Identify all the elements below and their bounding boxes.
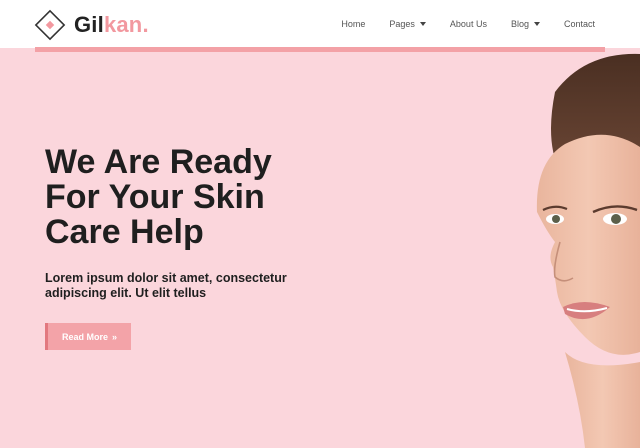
- read-more-button[interactable]: Read More »: [45, 323, 131, 350]
- logo-main-text: Gil: [74, 12, 104, 37]
- caret-down-icon: [419, 22, 426, 26]
- logo-accent-text: kan.: [103, 12, 149, 37]
- nav-item-home[interactable]: Home: [341, 19, 365, 29]
- hero-title-line: Care Help: [45, 213, 204, 251]
- caret-down-icon: [533, 22, 540, 26]
- hero-title-line: We Are Ready: [45, 143, 272, 181]
- nav-label: Home: [341, 19, 366, 29]
- nav-label: Pages: [389, 19, 415, 29]
- diamond-logo-icon: [34, 9, 66, 41]
- nav-item-contact[interactable]: Contact: [564, 19, 595, 29]
- logo-text: Gilkan.: [74, 12, 149, 38]
- double-chevron-right-icon: »: [112, 331, 118, 342]
- nav-item-blog[interactable]: Blog: [511, 19, 540, 29]
- header-accent-bar: [35, 47, 605, 52]
- woman-portrait-image: [525, 52, 640, 448]
- logo[interactable]: Gilkan.: [34, 8, 149, 42]
- hero-title: We Are Ready For Your Skin Care Help: [45, 145, 345, 250]
- nav-label: Blog: [510, 19, 529, 29]
- hero-title-line: For Your Skin: [45, 178, 265, 216]
- read-more-label: Read More: [61, 331, 108, 342]
- nav-label: About Us: [449, 19, 487, 29]
- nav-item-about-us[interactable]: About Us: [450, 19, 487, 29]
- nav-item-pages[interactable]: Pages: [389, 19, 426, 29]
- site-header: Gilkan. Home Pages About Us Blog Contact: [0, 0, 640, 48]
- nav-label: Contact: [563, 19, 595, 29]
- hero-subtitle: Lorem ipsum dolor sit amet, consectetur …: [45, 271, 287, 300]
- main-nav: Home Pages About Us Blog Contact: [341, 0, 595, 48]
